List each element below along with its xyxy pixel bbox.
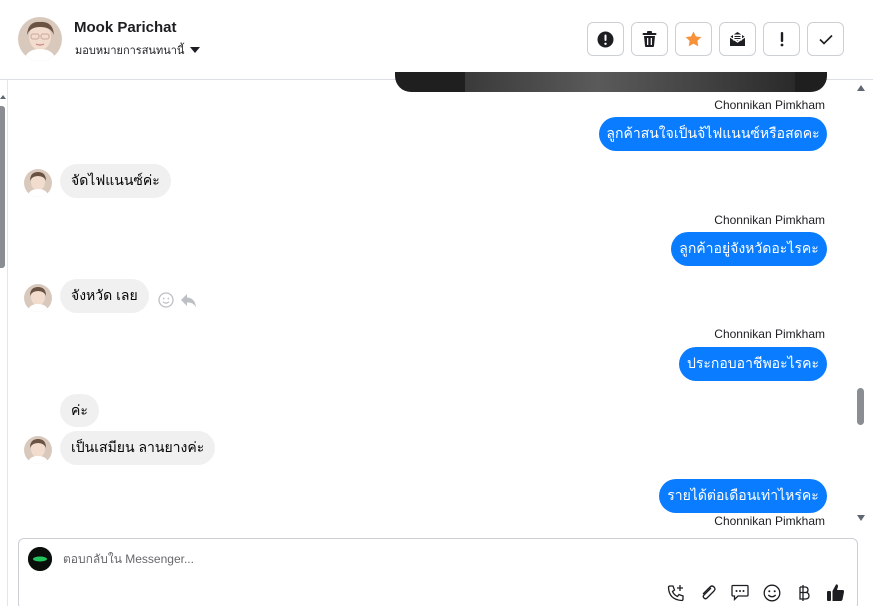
call-button[interactable]	[666, 583, 685, 602]
incoming-message[interactable]: จังหวัด เลย	[60, 279, 149, 313]
sender-name: Chonnikan Pimkham	[714, 327, 825, 341]
saved-replies-button[interactable]	[730, 583, 749, 602]
reply-input[interactable]	[63, 552, 663, 566]
phone-plus-icon	[667, 584, 684, 601]
message-hover-actions	[158, 292, 197, 308]
outgoing-message[interactable]: ประกอบอาชีพอะไรคะ	[679, 347, 827, 381]
spam-button[interactable]	[587, 22, 624, 56]
contact-name[interactable]: Mook Parichat	[74, 19, 177, 36]
left-panel-edge	[0, 0, 8, 606]
thumbs-up-icon	[827, 584, 845, 601]
like-button[interactable]	[826, 583, 845, 602]
previous-photo-attachment[interactable]	[395, 72, 827, 92]
baht-icon	[798, 584, 810, 601]
assign-conversation-dropdown[interactable]: มอบหมายการสนทนานี้	[75, 41, 201, 59]
alert-circle-icon	[597, 31, 614, 47]
contact-avatar-small[interactable]	[24, 284, 52, 312]
page-avatar	[28, 547, 52, 571]
caret-down-icon	[190, 46, 201, 53]
scroll-down-icon[interactable]	[856, 514, 866, 522]
conversation-actions	[587, 22, 844, 56]
contact-avatar-small[interactable]	[24, 436, 52, 464]
incoming-message[interactable]: จัดไฟแนนซ์ค่ะ	[60, 164, 171, 198]
scroll-up-icon[interactable]	[856, 84, 866, 92]
incoming-message[interactable]: เป็นเสมียน ลานยางค่ะ	[60, 431, 216, 465]
sender-name: Chonnikan Pimkham	[714, 213, 825, 227]
trash-icon	[642, 31, 657, 47]
delete-button[interactable]	[631, 22, 668, 56]
outgoing-message[interactable]: รายได้ต่อเดือนเท่าไหร่คะ	[659, 479, 827, 513]
mark-unread-button[interactable]	[719, 22, 756, 56]
sender-name: Chonnikan Pimkham	[714, 514, 825, 528]
star-button[interactable]	[675, 22, 712, 56]
left-scroll-up-icon[interactable]	[0, 93, 7, 101]
check-icon	[818, 34, 833, 45]
left-scrollbar-thumb[interactable]	[0, 106, 5, 268]
conversation-header: Mook Parichat มอบหมายการสนทนานี้	[0, 0, 873, 80]
emoji-button[interactable]	[762, 583, 781, 602]
composer-toolbar	[666, 583, 845, 602]
star-icon	[685, 31, 702, 47]
scrollbar-thumb[interactable]	[857, 388, 864, 425]
follow-up-button[interactable]	[763, 22, 800, 56]
sender-name: Chonnikan Pimkham	[714, 98, 825, 112]
exclamation-icon	[780, 32, 783, 47]
incoming-message[interactable]: ค่ะ	[60, 394, 99, 427]
paperclip-icon	[702, 584, 716, 599]
outgoing-message[interactable]: ลูกค้าอยู่จังหวัดอะไรคะ	[671, 232, 827, 266]
contact-avatar-small[interactable]	[24, 169, 52, 197]
attach-button[interactable]	[698, 583, 717, 602]
assign-label: มอบหมายการสนทนานี้	[75, 45, 185, 57]
reply-icon[interactable]	[180, 293, 197, 308]
done-button[interactable]	[807, 22, 844, 56]
emoji-icon	[763, 584, 780, 601]
reply-composer	[18, 538, 858, 606]
chat-bubble-icon	[730, 584, 749, 601]
mark-unread-icon	[729, 32, 746, 46]
emoji-react-icon[interactable]	[158, 292, 174, 308]
message-scrollbar[interactable]	[854, 80, 870, 526]
outgoing-message[interactable]: ลูกค้าสนใจเป็นจ้ไฟแนนซ์หรือสดคะ	[599, 117, 827, 151]
payment-button[interactable]	[794, 583, 813, 602]
contact-avatar[interactable]	[18, 17, 62, 61]
